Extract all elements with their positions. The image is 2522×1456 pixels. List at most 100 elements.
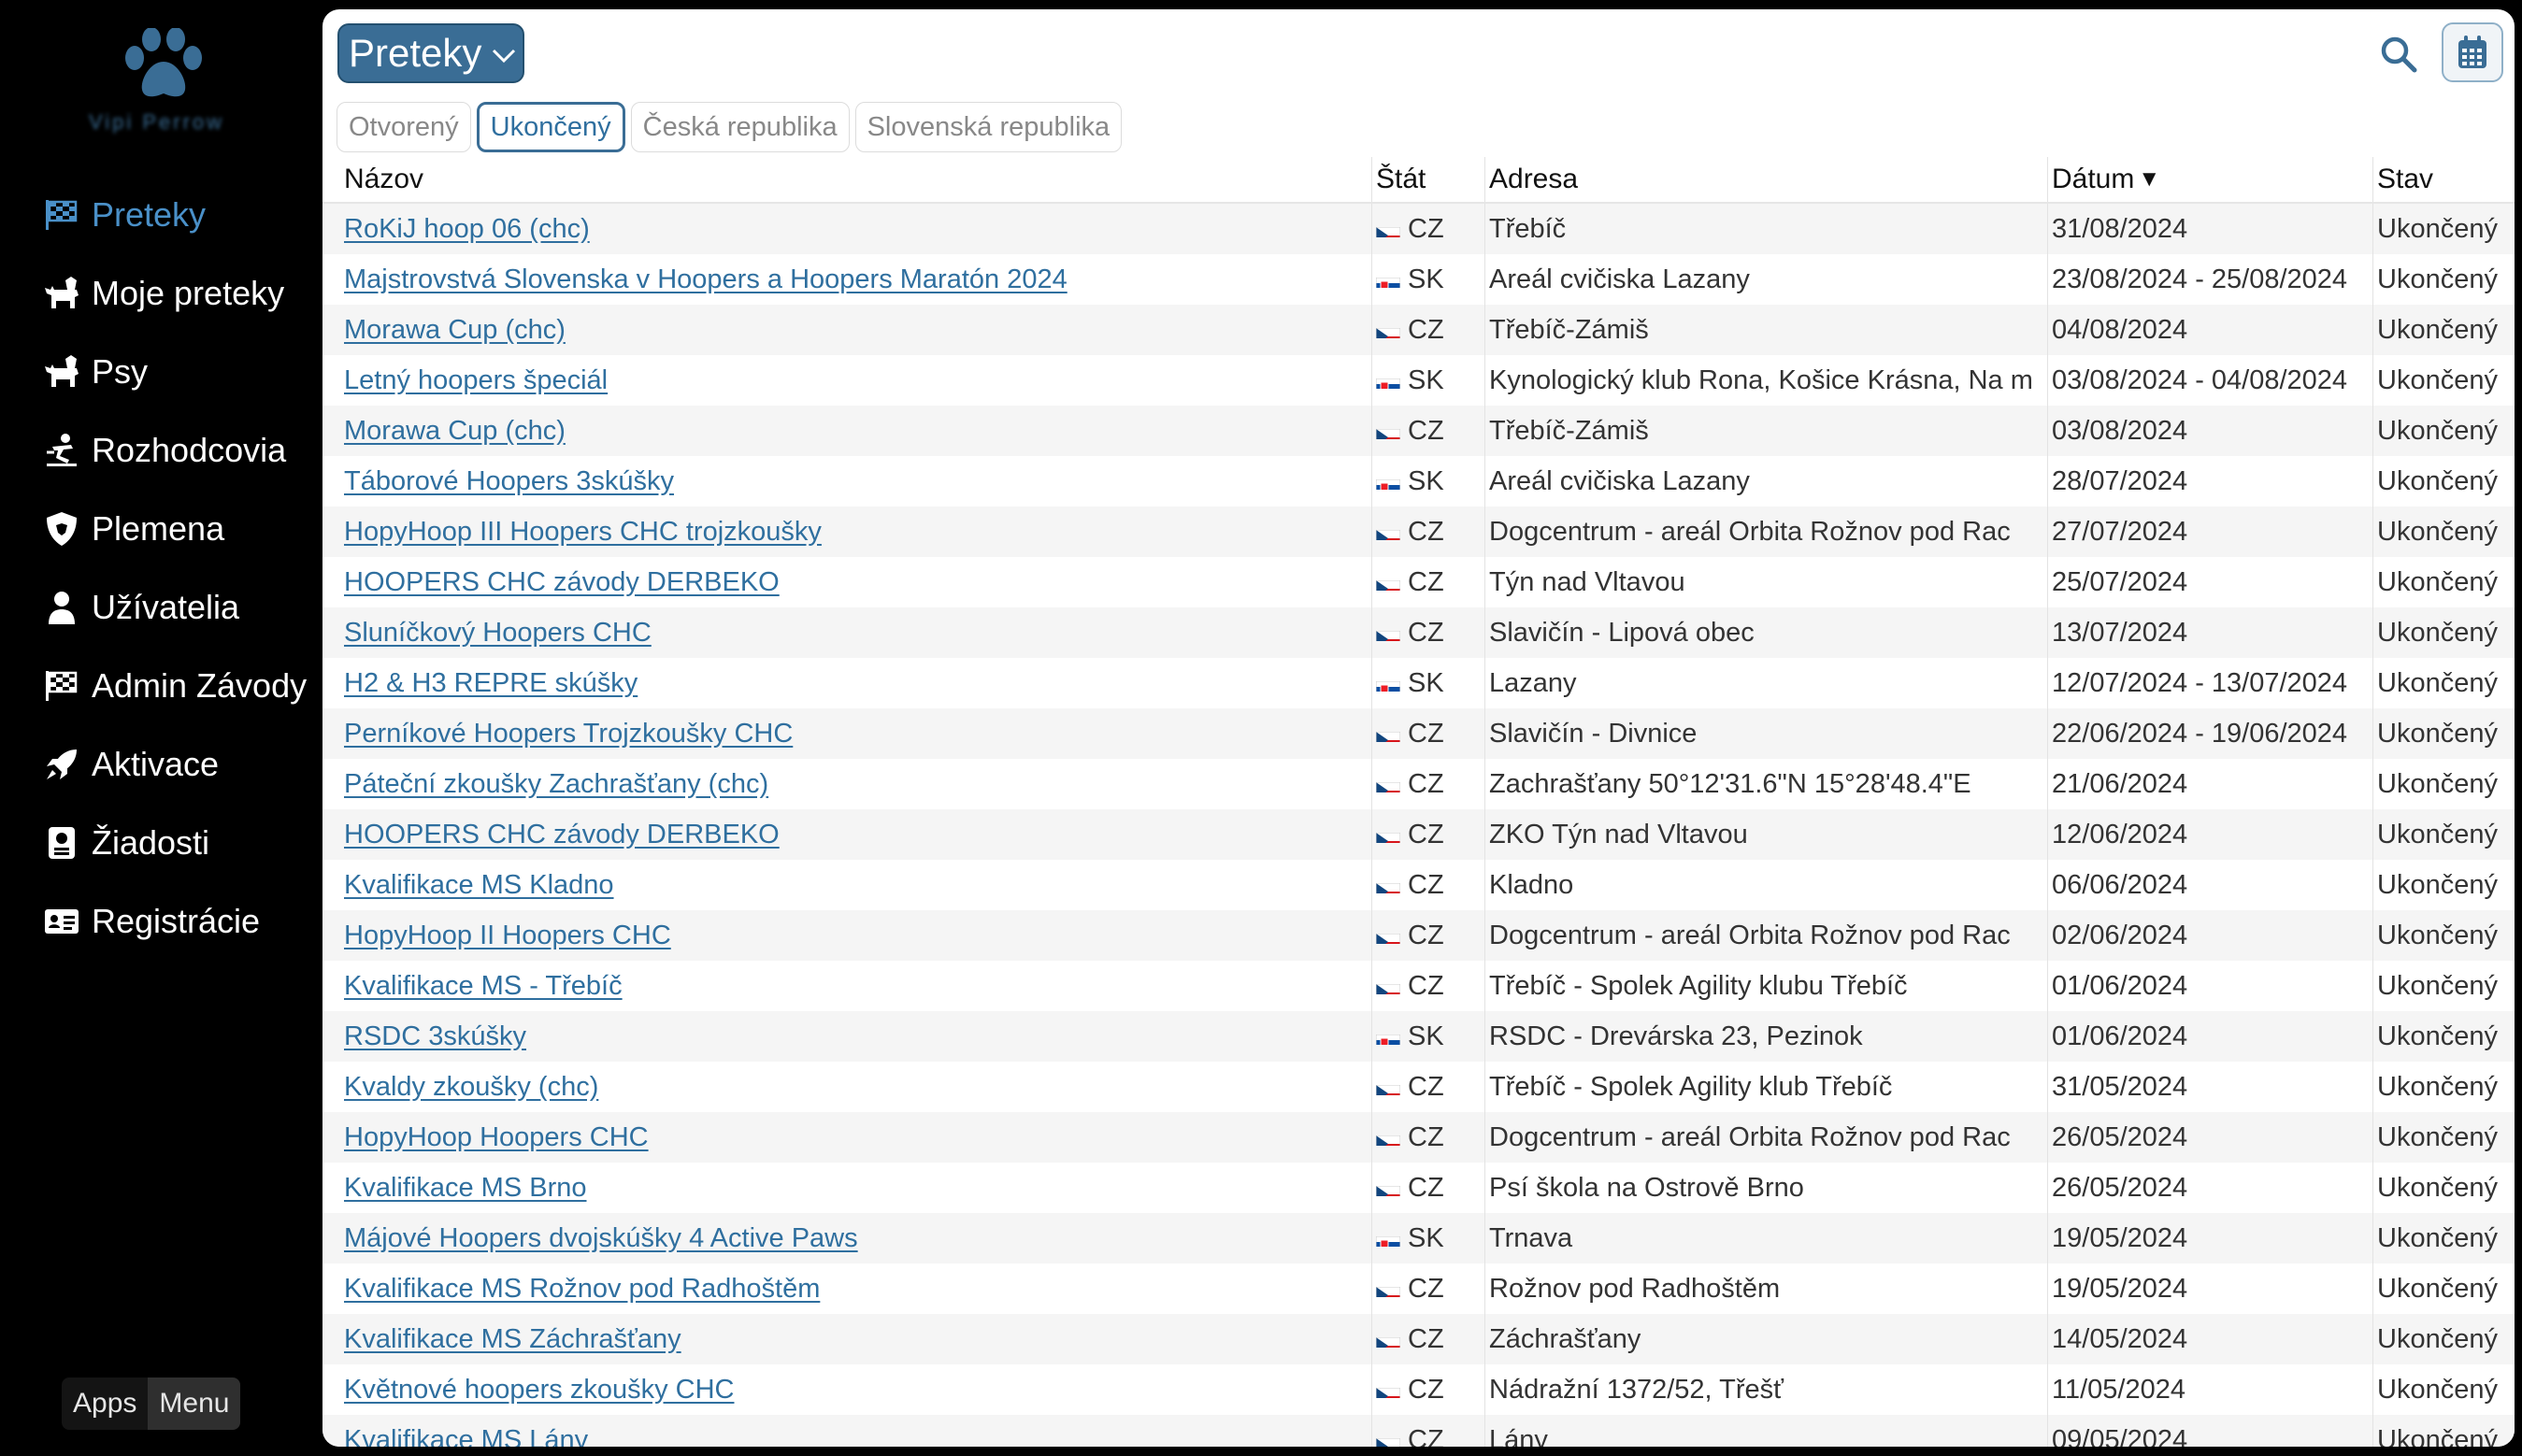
flag-cz-icon bbox=[1376, 776, 1400, 792]
state-code: SK bbox=[1408, 364, 1444, 395]
table-row: Kvalifikace MS Záchrašťany CZ Záchrašťany 1… bbox=[322, 1314, 2515, 1364]
race-link[interactable]: Letný hoopers špeciál bbox=[344, 365, 608, 396]
cell-date: 31/08/2024 bbox=[2047, 204, 2372, 254]
flag-sk-icon bbox=[1376, 1230, 1400, 1247]
cell-date: 23/08/2024 - 25/08/2024 bbox=[2047, 254, 2372, 305]
race-link[interactable]: Morawa Cup (chc) bbox=[344, 416, 566, 447]
filter-otvoreny[interactable]: Otvorený bbox=[337, 102, 471, 152]
race-link[interactable]: H2 & H3 REPRE skúšky bbox=[344, 668, 638, 699]
race-link[interactable]: Květnové hoopers zkoušky CHC bbox=[344, 1375, 734, 1406]
logo[interactable]: Vipi Perrow bbox=[56, 28, 257, 140]
table-row: Perníkové Hoopers Trojzkoušky CHC CZ Slavi… bbox=[322, 708, 2515, 759]
race-link[interactable]: Kvalifikace MS Lány bbox=[344, 1425, 588, 1448]
nav-label: Žiadosti bbox=[92, 823, 210, 862]
cell-date: 14/05/2024 bbox=[2047, 1314, 2372, 1364]
status-filters: Otvorený Ukončený Česká republika Sloven… bbox=[337, 102, 1123, 152]
cell-date: 13/07/2024 bbox=[2047, 607, 2372, 658]
cell-state: SK bbox=[1371, 658, 1484, 708]
column-header-stat[interactable]: Štát bbox=[1371, 157, 1484, 202]
state-code: CZ bbox=[1408, 819, 1444, 849]
menu-button[interactable]: Menu bbox=[148, 1377, 241, 1430]
cell-name: Kvalifikace MS Záchrašťany bbox=[322, 1314, 1371, 1364]
cell-address: Slavičín - Divnice bbox=[1484, 708, 2047, 759]
apps-button[interactable]: Apps bbox=[62, 1377, 149, 1430]
race-link[interactable]: Morawa Cup (chc) bbox=[344, 315, 566, 346]
flag-cz-icon bbox=[1376, 877, 1400, 893]
cell-status: Ukončený bbox=[2372, 658, 2515, 708]
race-link[interactable]: HopyHoop II Hoopers CHC bbox=[344, 921, 671, 951]
state-code: CZ bbox=[1408, 869, 1444, 900]
race-link[interactable]: Sluníčkový Hoopers CHC bbox=[344, 618, 652, 649]
table-row: Květnové hoopers zkoušky CHC CZ Nádražní 1… bbox=[322, 1364, 2515, 1415]
races-table: Názov Štát Adresa Dátum ▼ Stav RoKiJ hoo… bbox=[322, 157, 2515, 1447]
nav-item-aktivace[interactable]: Aktivace bbox=[0, 725, 322, 804]
flag-cz-icon bbox=[1376, 1179, 1400, 1196]
cell-status: Ukončený bbox=[2372, 1062, 2515, 1112]
cell-name: Morawa Cup (chc) bbox=[322, 305, 1371, 355]
cell-state: CZ bbox=[1371, 557, 1484, 607]
table-row: Májové Hoopers dvojskúšky 4 Active Paws S… bbox=[322, 1213, 2515, 1263]
race-link[interactable]: Perníkové Hoopers Trojzkoušky CHC bbox=[344, 719, 793, 749]
race-link[interactable]: Majstrovstvá Slovenska v Hoopers a Hoope… bbox=[344, 264, 1068, 295]
nav-item-preteky[interactable]: Preteky bbox=[0, 176, 322, 254]
nav-item-moje-preteky[interactable]: Moje preteky bbox=[0, 254, 322, 333]
user-icon bbox=[43, 589, 80, 626]
nav-item-uzivatelia[interactable]: Užívatelia bbox=[0, 568, 322, 647]
calendar-button[interactable] bbox=[2442, 22, 2503, 82]
flag-cz-icon bbox=[1376, 1331, 1400, 1348]
nav-item-psy[interactable]: Psy bbox=[0, 333, 322, 411]
nav-item-registracie[interactable]: Registrácie bbox=[0, 882, 322, 961]
race-link[interactable]: Kvalifikace MS Kladno bbox=[344, 870, 614, 901]
race-link[interactable]: Kvaldy zkoušky (chc) bbox=[344, 1072, 598, 1103]
cell-name: H2 & H3 REPRE skúšky bbox=[322, 658, 1371, 708]
cell-date: 03/08/2024 - 04/08/2024 bbox=[2047, 355, 2372, 406]
cell-status: Ukončený bbox=[2372, 456, 2515, 507]
column-header-nazov[interactable]: Názov bbox=[322, 157, 1371, 202]
cell-address: Třebíč - Spolek Agility klubu Třebíč bbox=[1484, 961, 2047, 1011]
race-link[interactable]: Kvalifikace MS Záchrašťany bbox=[344, 1324, 681, 1355]
cell-date: 12/07/2024 - 13/07/2024 bbox=[2047, 658, 2372, 708]
calendar-icon bbox=[2458, 36, 2486, 68]
race-link[interactable]: Kvalifikace MS Rožnov pod Radhoštěm bbox=[344, 1274, 820, 1305]
race-link[interactable]: Kvalifikace MS - Třebíč bbox=[344, 971, 623, 1002]
cell-address: Dogcentrum - areál Orbita Rožnov pod Rac bbox=[1484, 507, 2047, 557]
race-link[interactable]: RoKiJ hoop 06 (chc) bbox=[344, 214, 590, 245]
race-link[interactable]: HOOPERS CHC závody DERBEKO bbox=[344, 567, 780, 598]
cell-status: Ukončený bbox=[2372, 557, 2515, 607]
cell-address: Kladno bbox=[1484, 860, 2047, 910]
state-code: SK bbox=[1408, 667, 1444, 698]
nav-label: Moje preteky bbox=[92, 274, 285, 312]
column-header-datum[interactable]: Dátum ▼ bbox=[2047, 157, 2372, 202]
column-header-stav[interactable]: Stav bbox=[2372, 157, 2515, 202]
race-link[interactable]: HopyHoop III Hoopers CHC trojzkoušky bbox=[344, 517, 822, 548]
nav-item-ziadosti[interactable]: Žiadosti bbox=[0, 804, 322, 882]
main-nav: Preteky Moje preteky Psy Rozhodcovia Ple… bbox=[0, 176, 322, 961]
nav-item-admin-zavody[interactable]: Admin Závody bbox=[0, 647, 322, 725]
filter-ukonceny[interactable]: Ukončený bbox=[476, 102, 625, 152]
cell-state: CZ bbox=[1371, 305, 1484, 355]
cell-status: Ukončený bbox=[2372, 305, 2515, 355]
race-link[interactable]: HOOPERS CHC závody DERBEKO bbox=[344, 820, 780, 850]
filter-ceska-republika[interactable]: Česká republika bbox=[630, 102, 850, 152]
race-link[interactable]: Májové Hoopers dvojskúšky 4 Active Paws bbox=[344, 1223, 858, 1254]
main-panel: Preteky Otvorený Ukončený Česká republik… bbox=[322, 9, 2515, 1447]
race-link[interactable]: Kvalifikace MS Brno bbox=[344, 1173, 587, 1204]
column-header-adresa[interactable]: Adresa bbox=[1484, 157, 2047, 202]
flag-cz-icon bbox=[1376, 927, 1400, 944]
nav-item-rozhodcovia[interactable]: Rozhodcovia bbox=[0, 411, 322, 490]
filter-slovenska-republika[interactable]: Slovenská republika bbox=[854, 102, 1123, 152]
apps-menu-toggle: Apps Menu bbox=[62, 1377, 241, 1430]
state-code: CZ bbox=[1408, 1374, 1444, 1405]
search-icon[interactable] bbox=[2379, 35, 2418, 74]
cell-status: Ukončený bbox=[2372, 1263, 2515, 1314]
race-link[interactable]: HopyHoop Hoopers CHC bbox=[344, 1122, 649, 1153]
race-link[interactable]: RSDC 3skúšky bbox=[344, 1021, 526, 1052]
id-card-icon bbox=[43, 903, 80, 940]
sidebar: Vipi Perrow Preteky Moje preteky Psy Roz… bbox=[0, 0, 322, 1456]
nav-item-plemena[interactable]: Plemena bbox=[0, 490, 322, 568]
page-title-dropdown[interactable]: Preteky bbox=[337, 23, 524, 83]
race-link[interactable]: Páteční zkoušky Zachrašťany (chc) bbox=[344, 769, 768, 800]
table-row: Kvaldy zkoušky (chc) CZ Třebíč - Spolek Ag… bbox=[322, 1062, 2515, 1112]
checkered-flag-icon bbox=[43, 196, 80, 234]
race-link[interactable]: Táborové Hoopers 3skúšky bbox=[344, 466, 674, 497]
